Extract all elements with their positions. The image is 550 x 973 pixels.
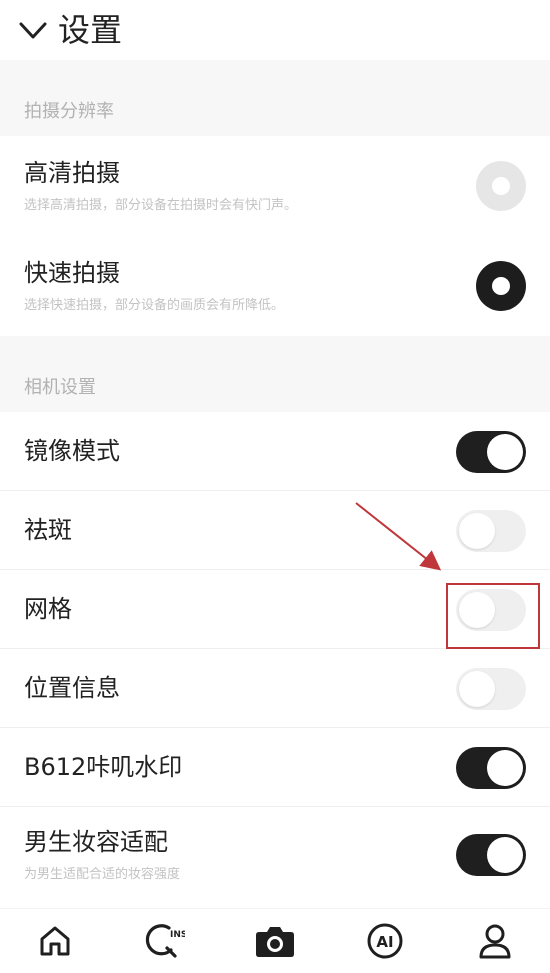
page-title: 设置	[58, 11, 123, 49]
section-header-resolution: 拍摄分辨率	[0, 60, 550, 136]
male-makeup-toggle[interactable]	[456, 834, 526, 876]
toggle-knob	[487, 433, 523, 470]
setting-male-makeup[interactable]: 男生妆容适配 为男生适配合适的妆容强度	[0, 807, 550, 903]
setting-label: 网格	[24, 595, 72, 624]
mirror-mode-toggle[interactable]	[456, 430, 526, 473]
bottom-nav: INS AI	[0, 908, 550, 973]
option-hd-capture[interactable]: 高清拍摄 选择高清拍摄，部分设备在拍摄时会有快门声。	[0, 136, 550, 236]
setting-label: 镜像模式	[24, 437, 120, 466]
option-label: 高清拍摄	[24, 159, 120, 188]
profile-icon[interactable]	[465, 916, 525, 966]
ai-text: AI	[376, 933, 393, 951]
setting-label: 祛斑	[24, 516, 72, 545]
hd-capture-radio[interactable]	[476, 161, 526, 211]
option-label: 快速拍摄	[24, 259, 120, 288]
option-fast-capture[interactable]: 快速拍摄 选择快速拍摄，部分设备的画质会有所降低。	[0, 236, 550, 336]
home-icon[interactable]	[25, 916, 85, 966]
toggle-knob	[459, 512, 495, 549]
toggle-knob	[487, 749, 523, 786]
setting-label: 位置信息	[24, 674, 120, 703]
setting-label: 男生妆容适配	[24, 828, 168, 857]
location-info-toggle[interactable]	[456, 667, 526, 710]
setting-label: B612咔叽水印	[24, 753, 183, 782]
setting-location-info[interactable]: 位置信息	[0, 649, 550, 728]
setting-watermark[interactable]: B612咔叽水印	[0, 728, 550, 807]
section-title: 相机设置	[24, 377, 96, 398]
ins-search-icon[interactable]: INS	[135, 916, 195, 966]
chevron-down-icon[interactable]	[18, 15, 48, 45]
blemish-removal-toggle[interactable]	[456, 509, 526, 552]
ai-icon[interactable]: AI	[355, 916, 415, 966]
toggle-knob	[487, 837, 523, 873]
header: 设置	[0, 0, 550, 60]
annotation-highlight-box	[446, 583, 540, 649]
section-title: 拍摄分辨率	[24, 101, 114, 122]
option-description: 选择快速拍摄，部分设备的画质会有所降低。	[24, 297, 285, 313]
section-header-camera: 相机设置	[0, 336, 550, 412]
setting-description: 为男生适配合适的妆容强度	[24, 866, 181, 882]
ins-text: INS	[170, 930, 185, 940]
setting-blemish-removal[interactable]: 祛斑	[0, 491, 550, 570]
option-description: 选择高清拍摄，部分设备在拍摄时会有快门声。	[24, 197, 298, 213]
setting-mirror-mode[interactable]: 镜像模式	[0, 412, 550, 491]
camera-icon[interactable]	[245, 916, 305, 966]
toggle-knob	[459, 670, 495, 707]
fast-capture-radio[interactable]	[476, 261, 526, 311]
watermark-toggle[interactable]	[456, 746, 526, 789]
